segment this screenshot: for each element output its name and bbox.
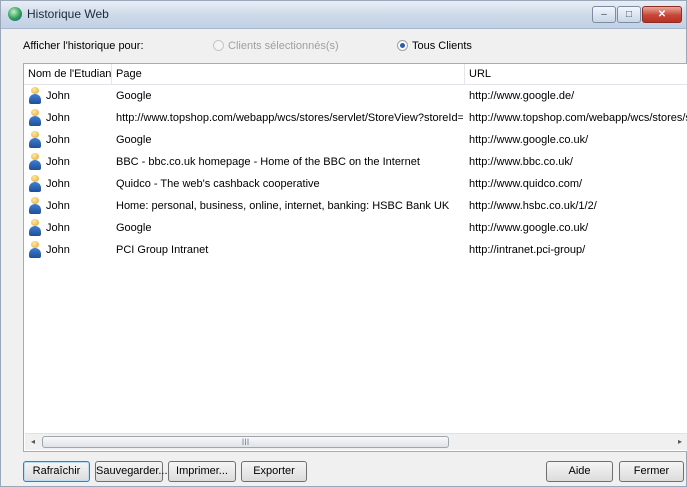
table-row[interactable]: John Google http://www.google.co.uk/ [24, 129, 687, 151]
url-cell: http://www.quidco.com/ [469, 178, 583, 190]
radio-all-clients[interactable] [397, 40, 408, 51]
refresh-button[interactable]: Rafraîchir [23, 461, 90, 482]
url-cell: http://www.topshop.com/webapp/wcs/stores… [469, 112, 687, 124]
table-row[interactable]: John Home: personal, business, online, in… [24, 195, 687, 217]
history-filter: Afficher l'historique pour: Clients séle… [1, 37, 686, 57]
page-title-cell: PCI Group Intranet [116, 244, 209, 256]
export-button[interactable]: Exporter [241, 461, 307, 482]
horizontal-scrollbar[interactable]: ◂ III ▸ [25, 433, 687, 450]
help-button[interactable]: Aide [546, 461, 613, 482]
maximize-button[interactable]: □ [617, 6, 641, 23]
scroll-left-icon[interactable]: ◂ [25, 434, 41, 450]
student-name-cell: John [46, 222, 70, 234]
column-header-student[interactable]: Nom de l'Etudiant [24, 64, 112, 84]
column-header-page[interactable]: Page [112, 64, 465, 84]
student-name-cell: John [46, 112, 70, 124]
history-list[interactable]: Nom de l'Etudiant Page URL John Google htt… [23, 63, 687, 452]
title-bar[interactable]: Historique Web – □ ✕ [1, 1, 686, 29]
page-title-cell: Google [116, 134, 152, 146]
page-title-cell: Google [116, 90, 152, 102]
user-icon [28, 197, 42, 215]
table-row[interactable]: John Google http://www.google.co.uk/ [24, 217, 687, 239]
table-row[interactable]: John PCI Group Intranet http://intranet.pc… [24, 239, 687, 261]
user-icon [28, 87, 42, 105]
user-icon [28, 153, 42, 171]
student-name-cell: John [46, 244, 70, 256]
user-icon [28, 175, 42, 193]
url-cell: http://www.google.de/ [469, 90, 575, 102]
radio-selected-clients-label: Clients sélectionnés(s) [228, 40, 339, 52]
user-icon [28, 109, 42, 127]
list-header: Nom de l'Etudiant Page URL [24, 64, 687, 85]
table-row[interactable]: John BBC - bbc.co.uk homepage - Home of t… [24, 151, 687, 173]
table-row[interactable]: John http://www.topshop.com/webapp/wcs/st… [24, 107, 687, 129]
radio-selected-clients[interactable] [213, 40, 224, 51]
radio-all-clients-label: Tous Clients [412, 40, 472, 52]
print-button[interactable]: Imprimer... [168, 461, 236, 482]
historique-web-window: Historique Web – □ ✕ Afficher l'historiq… [0, 0, 687, 487]
save-button[interactable]: Sauvegarder... [95, 461, 168, 482]
student-name-cell: John [46, 134, 70, 146]
page-title-cell: Home: personal, business, online, intern… [116, 200, 450, 212]
page-title-cell: Google [116, 222, 152, 234]
user-icon [28, 131, 42, 149]
url-cell: http://www.bbc.co.uk/ [469, 156, 573, 168]
minimize-button[interactable]: – [592, 6, 616, 23]
page-title-cell: http://www.topshop.com/webapp/wcs/stores… [116, 112, 463, 124]
filter-label: Afficher l'historique pour: [23, 40, 144, 52]
column-header-url[interactable]: URL [465, 64, 687, 84]
user-icon [28, 219, 42, 237]
close-button[interactable]: Fermer [619, 461, 684, 482]
user-icon [28, 241, 42, 259]
scrollbar-thumb[interactable]: III [42, 436, 449, 448]
student-name-cell: John [46, 90, 70, 102]
scroll-right-icon[interactable]: ▸ [672, 434, 687, 450]
window-title: Historique Web [27, 7, 109, 21]
student-name-cell: John [46, 200, 70, 212]
window-controls: – □ ✕ [592, 6, 682, 23]
table-row[interactable]: John Quidco - The web's cashback cooperat… [24, 173, 687, 195]
url-cell: http://www.hsbc.co.uk/1/2/ [469, 200, 597, 212]
url-cell: http://www.google.co.uk/ [469, 134, 589, 146]
table-row[interactable]: John Google http://www.google.de/ [24, 85, 687, 107]
url-cell: http://www.google.co.uk/ [469, 222, 589, 234]
globe-icon [8, 7, 22, 21]
student-name-cell: John [46, 178, 70, 190]
url-cell: http://intranet.pci-group/ [469, 244, 586, 256]
page-title-cell: Quidco - The web's cashback cooperative [116, 178, 320, 190]
close-window-button[interactable]: ✕ [642, 6, 682, 23]
page-title-cell: BBC - bbc.co.uk homepage - Home of the B… [116, 156, 420, 168]
student-name-cell: John [46, 156, 70, 168]
